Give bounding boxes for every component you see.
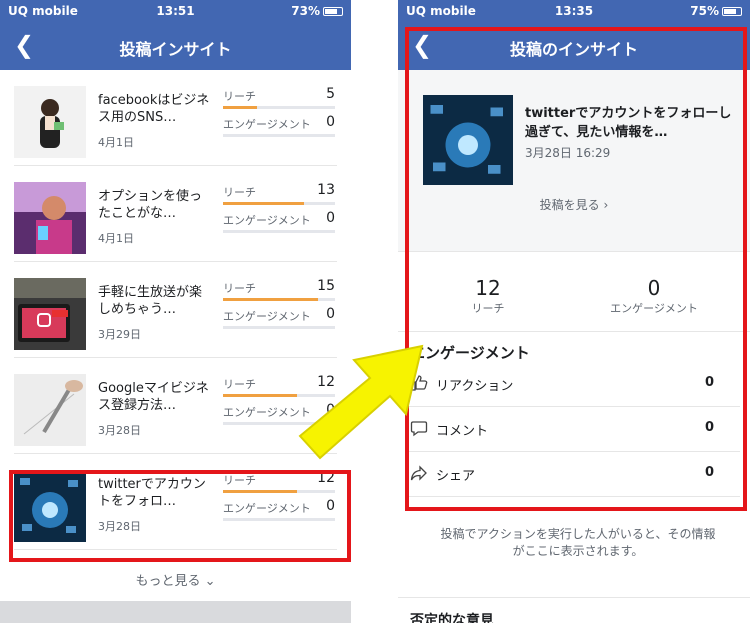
section-divider (398, 597, 750, 598)
see-more-link[interactable]: もっと見る ⌄ (0, 570, 351, 589)
footer-divider (0, 601, 351, 623)
post-thumbnail (14, 182, 86, 254)
engagement-bar (223, 230, 335, 233)
engagement-stat: エンゲージメント 0 (223, 114, 335, 137)
reach-stat: リーチ 13 (223, 182, 335, 205)
reach-bar (223, 106, 335, 109)
reach-bar-fill (223, 106, 257, 109)
post-row[interactable]: facebookはビジネス用のSNS… 4月1日 リーチ 5 エンゲージメント 0 (14, 70, 337, 166)
reach-label: リーチ (223, 90, 256, 103)
post-row[interactable]: オプションを使ったことがな… 4月1日 リーチ 13 エンゲージメント 0 (14, 166, 337, 262)
yellow-arrow (298, 344, 424, 460)
status-bar: UQ mobile 13:35 75% (398, 0, 750, 22)
post-text: facebookはビジネス用のSNS… (98, 93, 210, 125)
reach-stat: リーチ 5 (223, 86, 335, 109)
engagement-label: エンゲージメント (223, 214, 311, 227)
engagement-value: 0 (326, 210, 335, 226)
post-text: Googleマイビジネス登録方法… (98, 381, 209, 413)
nav-bar: ❮ 投稿インサイト (0, 22, 351, 70)
engagement-stat: エンゲージメント 0 (223, 210, 335, 233)
engagement-bar (223, 134, 335, 137)
reach-label: リーチ (223, 186, 256, 199)
status-bar: UQ mobile 13:51 73% (0, 0, 351, 22)
post-thumbnail (14, 374, 86, 446)
post-text: 手軽に生放送が楽しめちゃう… (98, 285, 203, 317)
reach-bar-fill (223, 202, 304, 205)
post-date: 4月1日 (98, 136, 134, 149)
highlight-box-right (405, 27, 747, 511)
page-title: 投稿インサイト (119, 40, 232, 59)
reach-value: 13 (317, 182, 335, 198)
reach-bar (223, 298, 335, 301)
battery-icon (323, 7, 343, 16)
reach-bar-fill (223, 394, 297, 397)
post-row[interactable]: Googleマイビジネス登録方法… 3月28日 リーチ12 エンゲージメント0 (14, 358, 337, 454)
negative-feedback-heading: 否定的な意見 (410, 613, 494, 623)
reach-value: 15 (317, 278, 335, 294)
reach-value: 5 (326, 86, 335, 102)
post-thumbnail (14, 278, 86, 350)
engagement-value: 0 (326, 114, 335, 130)
post-text: オプションを使ったことがな… (98, 189, 203, 221)
battery-indicator: 73% (291, 4, 343, 18)
post-thumbnail (14, 86, 86, 158)
post-date: 3月29日 (98, 328, 141, 341)
post-row[interactable]: 手軽に生放送が楽しめちゃう… 3月29日 リーチ 15 エンゲージメント 0 (14, 262, 337, 358)
empty-state-note: 投稿でアクションを実行した人がいると、その情報がここに表示されます。 (440, 527, 716, 558)
reach-bar-fill (223, 298, 319, 301)
post-date: 4月1日 (98, 232, 134, 245)
highlight-box-left (9, 470, 351, 562)
post-date: 3月28日 (98, 424, 141, 437)
battery-icon (722, 7, 742, 16)
battery-indicator: 75% (690, 4, 742, 18)
reach-label: リーチ (223, 282, 256, 295)
reach-label: リーチ (223, 378, 256, 391)
chevron-down-icon: ⌄ (204, 574, 216, 589)
reach-bar (223, 202, 335, 205)
engagement-label: エンゲージメント (223, 118, 311, 131)
reach-stat: リーチ 15 (223, 278, 335, 301)
